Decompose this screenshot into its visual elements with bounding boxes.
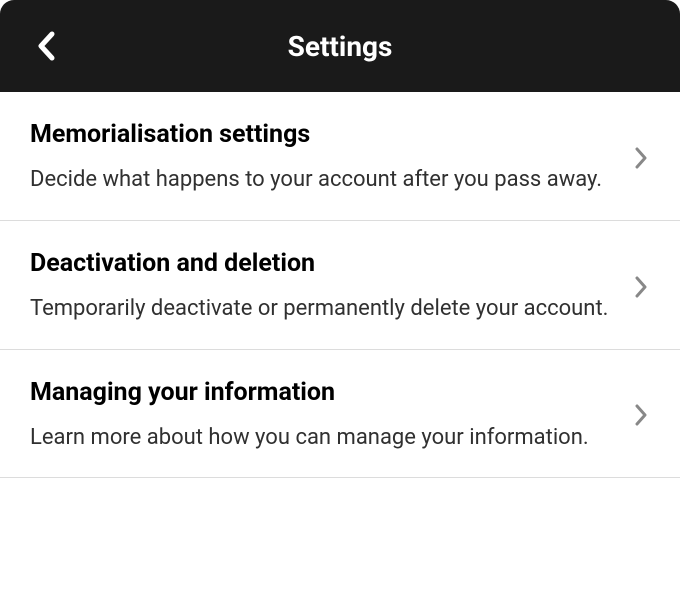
page-title: Settings [288, 30, 393, 63]
list-item-title: Deactivation and deletion [30, 249, 616, 278]
header-bar: Settings [0, 0, 680, 92]
list-item-desc: Decide what happens to your account afte… [30, 165, 616, 196]
list-item-deactivation[interactable]: Deactivation and deletion Temporarily de… [0, 221, 680, 350]
list-item-text: Deactivation and deletion Temporarily de… [30, 249, 632, 325]
list-item-title: Managing your information [30, 378, 616, 407]
list-item-managing-info[interactable]: Managing your information Learn more abo… [0, 350, 680, 479]
chevron-right-icon [632, 401, 650, 429]
back-button[interactable] [30, 30, 62, 62]
list-item-title: Memorialisation settings [30, 120, 616, 149]
chevron-right-icon [632, 273, 650, 301]
list-item-text: Memorialisation settings Decide what hap… [30, 120, 632, 196]
list-item-memorialisation[interactable]: Memorialisation settings Decide what hap… [0, 92, 680, 221]
list-item-text: Managing your information Learn more abo… [30, 378, 632, 454]
list-item-desc: Learn more about how you can manage your… [30, 423, 616, 454]
chevron-right-icon [632, 144, 650, 172]
chevron-left-icon [36, 30, 56, 62]
list-item-desc: Temporarily deactivate or permanently de… [30, 294, 616, 325]
settings-list: Memorialisation settings Decide what hap… [0, 92, 680, 478]
